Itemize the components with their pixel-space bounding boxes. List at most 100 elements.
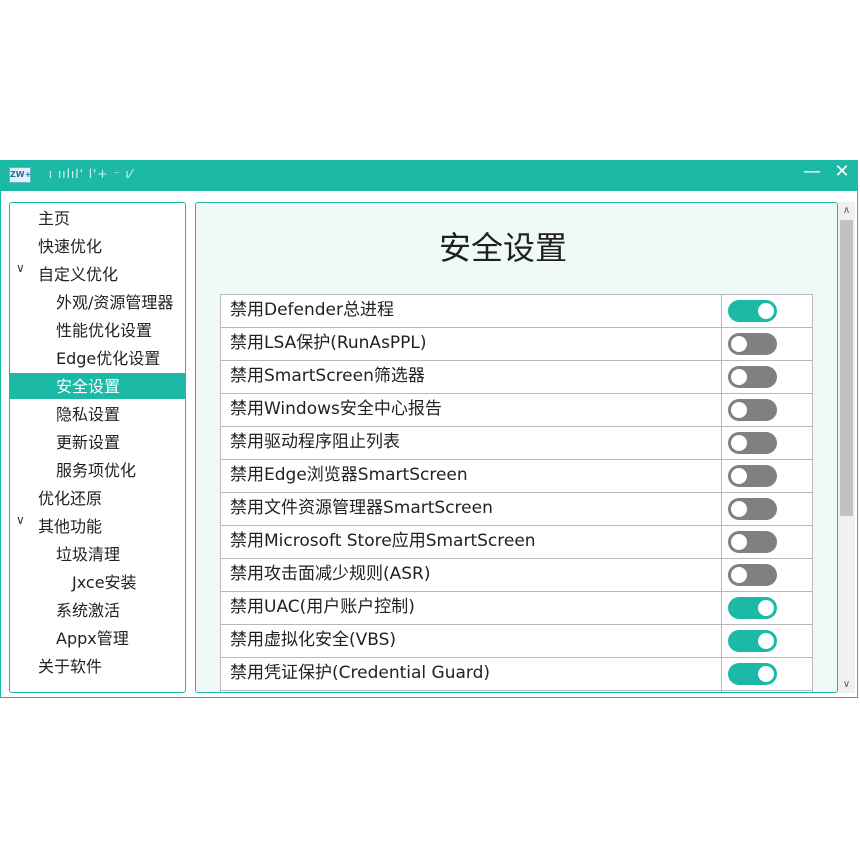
sidebar-item-security[interactable]: 安全设置: [10, 373, 185, 399]
toggle-knob: [731, 336, 747, 352]
setting-label: 禁用Defender总进程: [230, 300, 395, 320]
sidebar-item-system-activation[interactable]: 系统激活: [10, 597, 185, 623]
setting-toggle[interactable]: [728, 630, 777, 652]
sidebar-item-performance[interactable]: 性能优化设置: [10, 317, 185, 343]
sidebar-item-label: 服务项优化: [56, 461, 137, 480]
setting-row: 禁用驱动程序阻止列表: [221, 427, 812, 460]
toggle-knob: [731, 369, 747, 385]
page-title: 安全设置: [438, 229, 567, 267]
toggle-knob: [731, 402, 747, 418]
sidebar-item-other-functions[interactable]: ∨ 其他功能: [10, 513, 185, 539]
sidebar-item-home[interactable]: 主页: [10, 205, 185, 231]
setting-label: 禁用Microsoft Store应用SmartScreen: [230, 531, 536, 551]
sidebar-item-custom-optimize[interactable]: ∨ 自定义优化: [10, 261, 185, 287]
setting-label: 禁用Windows安全中心报告: [230, 399, 442, 419]
setting-row: 禁用攻击面减少规则(ASR): [221, 559, 812, 592]
sidebar-item-installer[interactable]: Jxce安装: [10, 569, 185, 595]
main-content: 安全设置 禁用Defender总进程禁用LSA保护(RunAsPPL) 禁用Sma…: [195, 202, 838, 693]
toggle-knob: [731, 534, 747, 550]
setting-row: 禁用Edge浏览器SmartScreen: [221, 460, 812, 493]
sidebar-item-label: Edge优化设置: [56, 349, 161, 368]
column-divider: [721, 691, 722, 692]
setting-toggle[interactable]: [728, 597, 777, 619]
scroll-down-button[interactable]: ∨: [838, 676, 855, 693]
sidebar-item-appx-manage[interactable]: Appx管理: [10, 625, 185, 651]
app-logo-icon: ZW+: [9, 167, 31, 183]
column-divider: [721, 493, 722, 525]
setting-row: 禁用SmartScreen筛选器: [221, 361, 812, 394]
chevron-down-icon[interactable]: ∨: [16, 261, 30, 275]
setting-label: 禁用UAC(用户账户控制): [230, 597, 415, 617]
sidebar-nav: 主页快速优化 ∨ 自定义优化外观/资源管理器 性能优化设置 Edge优化设置安全设置 隐私…: [9, 202, 186, 693]
setting-row: 禁用Defender总进程: [221, 295, 812, 328]
sidebar-item-label: 优化还原: [38, 489, 103, 508]
sidebar-item-label: 主页: [38, 209, 71, 228]
toggle-knob: [731, 435, 747, 451]
sidebar-item-appearance[interactable]: 外观/资源管理器: [10, 289, 185, 315]
setting-toggle[interactable]: [728, 399, 777, 421]
setting-label: 禁用文件资源管理器SmartScreen: [230, 498, 493, 518]
sidebar-item-quick-optimize[interactable]: 快速优化: [10, 233, 185, 259]
setting-row: [221, 691, 812, 692]
setting-toggle[interactable]: [728, 366, 777, 388]
scroll-thumb[interactable]: [840, 220, 853, 516]
app-window: ZW+ ⠀ı ıılıl' l'+ ⁻ ı⁄ — ✕ 主页快速优化 ∨ 自定义优化外…: [0, 160, 858, 698]
column-divider: [721, 295, 722, 327]
setting-toggle[interactable]: [728, 333, 777, 355]
vertical-scrollbar[interactable]: ∧ ∨: [838, 202, 855, 693]
toggle-knob: [731, 567, 747, 583]
setting-row: 禁用UAC(用户账户控制): [221, 592, 812, 625]
toggle-knob: [731, 501, 747, 517]
title-bar[interactable]: ZW+ ⠀ı ıılıl' l'+ ⁻ ı⁄ — ✕: [1, 161, 857, 191]
sidebar-item-privacy[interactable]: 隐私设置: [10, 401, 185, 427]
toggle-knob: [758, 633, 774, 649]
setting-label: 禁用驱动程序阻止列表: [230, 432, 400, 452]
setting-toggle[interactable]: [728, 498, 777, 520]
sidebar-item-restore[interactable]: 优化还原: [10, 485, 185, 511]
chevron-down-icon[interactable]: ∨: [16, 513, 30, 527]
sidebar-item-services[interactable]: 服务项优化: [10, 457, 185, 483]
column-divider: [721, 427, 722, 459]
setting-toggle[interactable]: [728, 300, 777, 322]
sidebar-item-label: Appx管理: [56, 629, 129, 648]
column-divider: [721, 526, 722, 558]
sidebar-item-label: 其他功能: [38, 517, 103, 536]
sidebar-item-label: 更新设置: [56, 433, 121, 452]
column-divider: [721, 559, 722, 591]
setting-row: 禁用LSA保护(RunAsPPL): [221, 328, 812, 361]
scroll-up-button[interactable]: ∧: [838, 202, 855, 219]
sidebar-item-about[interactable]: 关于软件: [10, 653, 185, 679]
sidebar-item-edge[interactable]: Edge优化设置: [10, 345, 185, 371]
sidebar-item-label: 系统激活: [56, 601, 121, 620]
sidebar-item-label: Jxce安装: [72, 573, 137, 592]
toggle-knob: [758, 303, 774, 319]
column-divider: [721, 394, 722, 426]
setting-label: 禁用LSA保护(RunAsPPL): [230, 333, 427, 353]
minimize-button[interactable]: —: [797, 161, 827, 191]
setting-label: 禁用SmartScreen筛选器: [230, 366, 425, 386]
setting-toggle[interactable]: [728, 465, 777, 487]
setting-row: 禁用文件资源管理器SmartScreen: [221, 493, 812, 526]
column-divider: [721, 625, 722, 657]
sidebar-item-label: 垃圾清理: [56, 545, 121, 564]
setting-toggle[interactable]: [728, 564, 777, 586]
setting-toggle[interactable]: [728, 531, 777, 553]
toggle-knob: [758, 666, 774, 682]
sidebar-item-junk-clean[interactable]: 垃圾清理: [10, 541, 185, 567]
sidebar-item-label: 关于软件: [38, 657, 103, 676]
column-divider: [721, 460, 722, 492]
sidebar-item-label: 性能优化设置: [56, 321, 153, 340]
sidebar-item-label: 快速优化: [38, 237, 103, 256]
window-title: ⠀ı ıılıl' l'+ ⁻ ı⁄: [39, 167, 133, 181]
sidebar-item-update[interactable]: 更新设置: [10, 429, 185, 455]
setting-label: 禁用凭证保护(Credential Guard): [230, 663, 491, 683]
setting-label: 禁用攻击面减少规则(ASR): [230, 564, 431, 584]
close-button[interactable]: ✕: [827, 161, 857, 191]
setting-label: 禁用Edge浏览器SmartScreen: [230, 465, 468, 485]
setting-row: 禁用凭证保护(Credential Guard): [221, 658, 812, 691]
setting-toggle[interactable]: [728, 663, 777, 685]
sidebar-item-label: 外观/资源管理器: [56, 293, 174, 312]
setting-toggle[interactable]: [728, 432, 777, 454]
toggle-knob: [731, 468, 747, 484]
column-divider: [721, 592, 722, 624]
